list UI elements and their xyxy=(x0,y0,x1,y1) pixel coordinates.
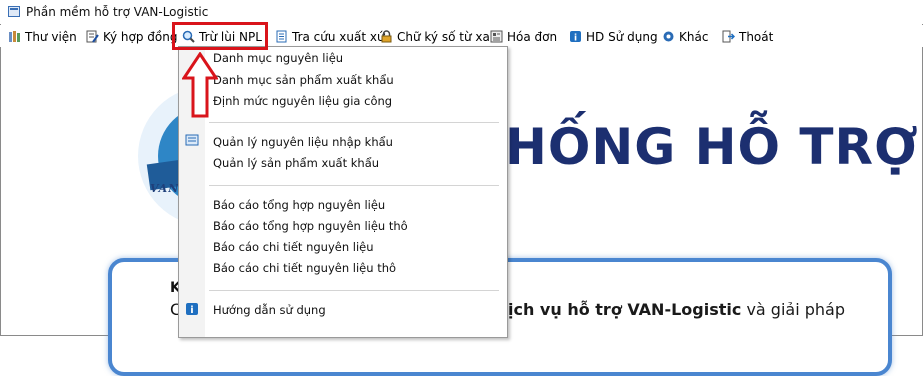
menu-item-bao-cao-tong-hop-tho[interactable]: Báo cáo tổng hợp nguyên liệu thô xyxy=(213,217,408,235)
hero-title: HỐNG HỖ TRỢ xyxy=(505,118,919,176)
menu-hd-su-dung[interactable]: i HD Sử dụng xyxy=(569,28,658,45)
logo-text: VAN xyxy=(150,182,180,195)
app-icon xyxy=(8,6,20,17)
menu-label: Chữ ký số từ xa xyxy=(397,29,490,44)
menu-item-huong-dan[interactable]: Hướng dẫn sử dụng xyxy=(213,301,326,319)
menu-khac[interactable]: Khác xyxy=(662,28,708,45)
library-icon xyxy=(8,30,21,43)
invoice-icon xyxy=(490,30,503,43)
gear-icon xyxy=(662,30,675,43)
menu-label: Hóa đơn xyxy=(507,29,558,44)
exit-icon xyxy=(722,30,736,43)
menu-bar: Thư viện Ký hợp đồng Trừ lùi NPL Tra cứu… xyxy=(0,25,923,47)
menu-item-dinh-muc[interactable]: Định mức nguyên liệu gia công xyxy=(213,92,392,110)
panel-description-bold: ịch vụ hỗ trợ VAN-Logistic xyxy=(508,300,742,319)
red-arrow-icon xyxy=(182,52,218,118)
lock-icon xyxy=(380,30,393,43)
panel-description: ịch vụ hỗ trợ VAN-Logistic và giải pháp xyxy=(508,300,845,319)
menu-label: Thư viện xyxy=(25,29,77,44)
menu-item-bao-cao-chi-tiet-tho[interactable]: Báo cáo chi tiết nguyên liệu thô xyxy=(213,259,396,277)
panel-description-rest: và giải pháp xyxy=(741,300,845,319)
svg-text:i: i xyxy=(574,34,577,44)
menu-separator xyxy=(209,290,499,291)
menu-label: Ký hợp đồng xyxy=(103,29,178,44)
sign-contract-icon xyxy=(86,30,99,43)
import-icon xyxy=(185,133,199,147)
menu-separator xyxy=(209,122,499,123)
menu-item-bao-cao-chi-tiet[interactable]: Báo cáo chi tiết nguyên liệu xyxy=(213,238,374,256)
title-bar: Phần mềm hỗ trợ VAN-Logistic xyxy=(0,0,923,24)
menu-label: Tra cứu xuất xứ xyxy=(292,29,385,44)
help-icon: i xyxy=(185,302,199,316)
menu-ky-hop-dong[interactable]: Ký hợp đồng xyxy=(86,28,177,45)
menu-thoat[interactable]: Thoát xyxy=(722,28,773,45)
npl-dropdown-menu: Danh mục nguyên liệu Danh mục sản phẩm x… xyxy=(178,46,508,338)
svg-text:i: i xyxy=(190,305,193,316)
menu-label: Thoát xyxy=(739,29,774,44)
info-icon: i xyxy=(569,30,582,44)
menu-item-quan-ly-san-pham[interactable]: Quản lý sản phẩm xuất khẩu xyxy=(213,154,379,172)
menu-label: HD Sử dụng xyxy=(586,29,658,44)
menu-item-quan-ly-nguyen-lieu[interactable]: Quản lý nguyên liệu nhập khẩu xyxy=(213,133,393,151)
window-title: Phần mềm hỗ trợ VAN-Logistic xyxy=(26,5,209,19)
highlight-box xyxy=(172,22,268,50)
menu-item-danh-muc-san-pham[interactable]: Danh mục sản phẩm xuất khẩu xyxy=(213,71,394,89)
menu-label: Khác xyxy=(679,29,709,44)
menu-item-bao-cao-tong-hop[interactable]: Báo cáo tổng hợp nguyên liệu xyxy=(213,196,385,214)
menu-thu-vien[interactable]: Thư viện xyxy=(8,28,77,45)
menu-tra-cuu-xuat-xu[interactable]: Tra cứu xuất xứ xyxy=(275,28,385,45)
document-icon xyxy=(275,30,288,43)
menu-item-danh-muc-nguyen-lieu[interactable]: Danh mục nguyên liệu xyxy=(213,49,343,67)
menu-chu-ky-so[interactable]: Chữ ký số từ xa xyxy=(380,28,490,45)
menu-hoa-don[interactable]: Hóa đơn xyxy=(490,28,557,45)
menu-separator xyxy=(209,185,499,186)
